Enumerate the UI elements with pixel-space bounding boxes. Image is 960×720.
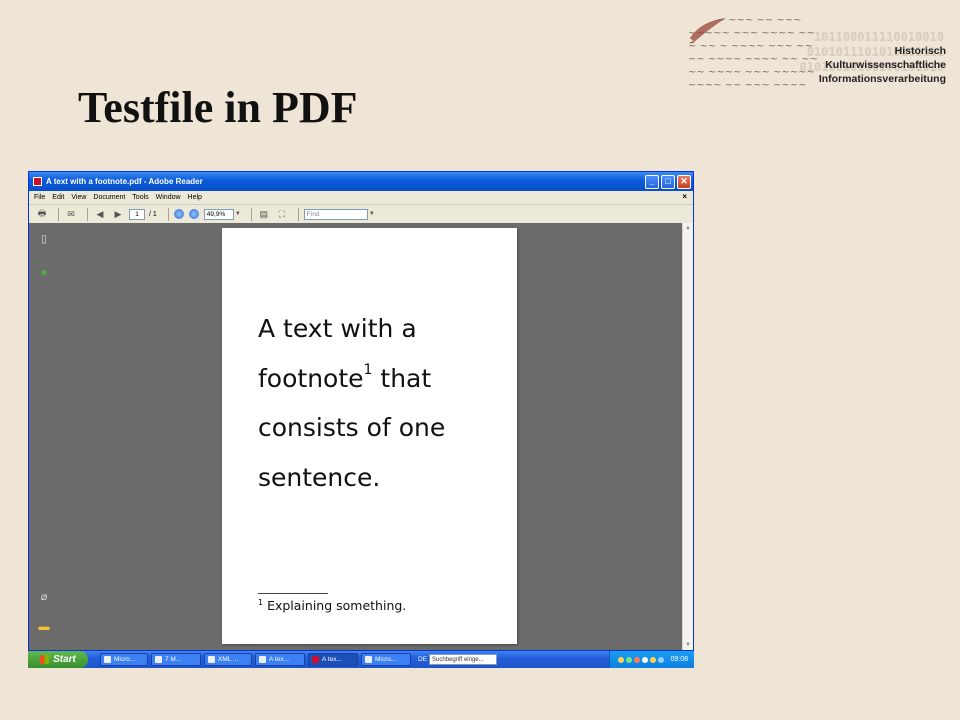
task-label: XML ...	[218, 656, 239, 663]
taskbar-task[interactable]: A tex...	[255, 653, 305, 666]
language-indicator[interactable]: DE	[418, 656, 427, 663]
find-input[interactable]: Find	[303, 208, 368, 220]
pages-icon[interactable]: ▯	[38, 233, 50, 245]
full-screen-icon[interactable]: ⛶	[275, 208, 289, 220]
fit-page-icon[interactable]: ▤	[257, 208, 271, 220]
document-close-button[interactable]: ×	[682, 192, 687, 201]
task-label: Micro...	[114, 656, 136, 663]
toolbar-separator	[250, 207, 252, 221]
menu-document[interactable]: Document	[93, 194, 125, 201]
pdf-page: A text with a footnote1 that consists of…	[222, 228, 517, 644]
help-icon[interactable]: ●	[38, 266, 50, 278]
task-app-icon	[259, 656, 266, 663]
tray-icon[interactable]	[642, 656, 649, 663]
task-app-icon	[104, 656, 111, 663]
next-page-icon[interactable]: ▶	[111, 208, 125, 220]
logo-line: Kulturwissenschaftliche	[825, 59, 946, 71]
adobe-reader-icon	[33, 177, 42, 186]
start-label: Start	[53, 654, 76, 665]
slide-title: Testfile in PDF	[78, 83, 358, 132]
window-title: A text with a footnote.pdf - Adobe Reade…	[46, 177, 203, 186]
task-app-icon	[312, 656, 319, 663]
logo-line: Informationsverarbeitung	[818, 73, 946, 85]
menu-help[interactable]: Help	[188, 194, 202, 201]
zoom-dropdown-icon[interactable]: ▼	[234, 208, 242, 220]
email-icon[interactable]: ✉	[64, 208, 78, 220]
task-app-icon	[365, 656, 372, 663]
adobe-reader-window: A text with a footnote.pdf - Adobe Reade…	[28, 171, 694, 651]
footnote: 1 Explaining something.	[258, 598, 406, 613]
menu-tools[interactable]: Tools	[132, 194, 148, 201]
toolbar-separator	[87, 207, 88, 221]
tray-icon[interactable]	[658, 656, 665, 663]
menu-bar: File Edit View Document Tools Window Hel…	[29, 191, 693, 205]
task-app-icon	[208, 656, 215, 663]
logo-line: Historisch	[894, 45, 946, 57]
taskbar-task[interactable]: XML ...	[204, 653, 252, 666]
print-icon[interactable]: 🖶	[35, 208, 49, 220]
clock: 09:08	[670, 656, 688, 663]
task-label: Micro...	[375, 656, 397, 663]
start-button[interactable]: Start	[28, 651, 88, 668]
zoom-level-input[interactable]: 49,9%	[203, 208, 234, 220]
toolbar: 🖶 ✉ ◀ ▶ 1 / 1 49,9% ▼ ▤ ⛶ Find ▼	[29, 205, 693, 224]
document-area: ▯ ● ⌀ ▬ A text with a footnote1 that con…	[29, 223, 693, 650]
windows-logo-icon	[40, 655, 50, 664]
taskbar: Start Micro... 7 M... XML ... A tex... A…	[28, 651, 694, 668]
taskbar-task[interactable]: Micro...	[361, 653, 411, 666]
tray-icon[interactable]	[626, 656, 633, 663]
task-app-icon	[155, 656, 162, 663]
footnote-separator	[258, 593, 328, 594]
close-button[interactable]: ✕	[677, 174, 691, 189]
maximize-button[interactable]: □	[661, 174, 675, 189]
logo-text: Historisch Kulturwissenschaftliche Infor…	[819, 44, 946, 86]
menu-edit[interactable]: Edit	[52, 194, 64, 201]
comments-icon[interactable]: ▬	[38, 621, 50, 633]
logo-binary-line: 101100011110010010	[813, 30, 944, 44]
scroll-up-icon[interactable]: ▲	[683, 223, 693, 233]
system-tray: 09:08	[609, 651, 694, 668]
menu-view[interactable]: View	[71, 194, 86, 201]
menu-window[interactable]: Window	[156, 194, 181, 201]
vertical-scrollbar[interactable]: ▲ ▼	[682, 223, 693, 650]
taskbar-search-input[interactable]: Suchbegriff einge...	[429, 654, 498, 665]
taskbar-task[interactable]: Micro...	[100, 653, 148, 666]
scroll-down-icon[interactable]: ▼	[683, 640, 693, 650]
page-number-input[interactable]: 1	[129, 208, 145, 220]
quill-icon	[689, 18, 726, 44]
footnote-text: Explaining something.	[263, 598, 407, 613]
tray-icon[interactable]	[618, 656, 625, 663]
attachments-icon[interactable]: ⌀	[38, 591, 50, 603]
taskbar-task[interactable]: 7 M...	[151, 653, 201, 666]
tray-icon[interactable]	[650, 656, 657, 663]
window-titlebar[interactable]: A text with a footnote.pdf - Adobe Reade…	[29, 172, 693, 191]
document-text: A text with a footnote1 that consists of…	[258, 304, 498, 502]
find-dropdown-icon[interactable]: ▼	[368, 208, 376, 220]
toolbar-separator	[167, 207, 169, 221]
logo: ~ ~~~ ~~ ~~~ ~~~~~ ~~~ ~~~~ ~~~ ~ ~~ ~ ~…	[688, 14, 950, 106]
menu-file[interactable]: File	[34, 194, 45, 201]
taskbar-task-active[interactable]: A tex...	[308, 653, 358, 666]
task-label: A tex...	[269, 656, 289, 663]
task-label: 7 M...	[165, 656, 182, 663]
zoom-out-icon[interactable]	[173, 209, 184, 219]
previous-page-icon[interactable]: ◀	[93, 208, 107, 220]
minimize-button[interactable]: _	[645, 174, 659, 189]
task-label: A tex...	[322, 656, 342, 663]
navigation-pane: ▯ ● ⌀ ▬	[29, 223, 59, 650]
toolbar-separator	[297, 207, 299, 221]
zoom-in-icon[interactable]	[188, 209, 199, 219]
tray-icon[interactable]	[634, 656, 641, 663]
page-total: / 1	[149, 210, 157, 218]
toolbar-separator	[58, 207, 59, 221]
